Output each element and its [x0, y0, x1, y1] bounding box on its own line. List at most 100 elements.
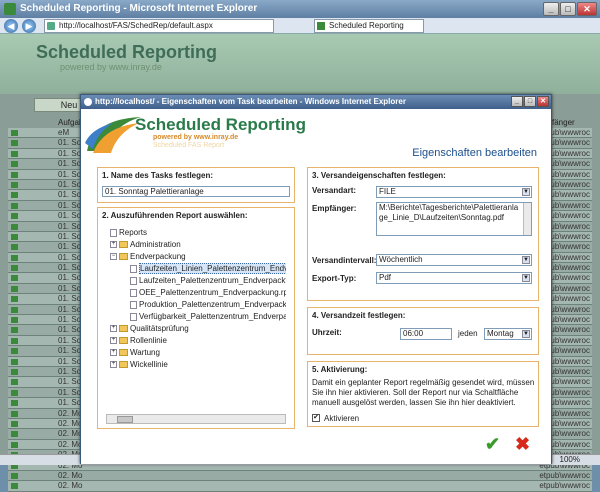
tree-node-endverpackung[interactable]: − Endverpackung — [110, 252, 186, 262]
row-task-name: 01. So — [58, 398, 82, 408]
uhrzeit-input[interactable]: 06:00 — [400, 328, 452, 340]
report-tree[interactable]: Reports + Administration − Endverpackung L… — [106, 228, 286, 412]
section3-title: 3. Versandeigenschaften festlegen: — [312, 171, 446, 180]
tree-node-produktion[interactable]: Produktion_Palettenzentrum_Endverpack — [130, 300, 286, 310]
expand-icon[interactable]: + — [110, 361, 117, 369]
dialog-close-icon[interactable]: ✕ — [537, 96, 549, 107]
cancel-button[interactable]: ✖ — [515, 435, 535, 453]
expand-icon[interactable]: + — [110, 337, 117, 345]
row-task-name: 01. So — [58, 366, 82, 376]
chevron-down-icon[interactable]: ▼ — [522, 256, 530, 264]
row-task-name: 01. So — [58, 325, 82, 335]
tree-node-wickellinie[interactable]: + Wickellinie — [110, 360, 168, 370]
task-icon — [11, 358, 18, 365]
maximize-icon[interactable]: □ — [560, 2, 576, 16]
edit-task-dialog: http://localhost/ - Eigenschaften vom Ta… — [80, 94, 552, 464]
dialog-minimize-icon[interactable]: _ — [511, 96, 523, 107]
table-row[interactable]: 02. Mo etpub\wwwroc — [8, 481, 592, 492]
task-icon — [11, 265, 18, 272]
task-icon — [11, 483, 18, 490]
task-name-input[interactable]: 01. Sonntag Palettieranlage — [102, 186, 290, 197]
folder-icon — [119, 241, 128, 249]
table-row[interactable]: 02. Mo etpub\wwwroc — [8, 470, 592, 482]
row-task-name: 02. Mo — [58, 429, 83, 439]
activate-checkbox[interactable]: ✔ — [312, 414, 320, 422]
task-icon — [11, 389, 18, 396]
scrollbar-thumb[interactable] — [117, 416, 133, 423]
folder-icon — [119, 325, 128, 333]
background-col-header-right: fänger — [552, 118, 575, 127]
url-input[interactable]: http://localhost/FAS/SchedRep/default.as… — [44, 19, 274, 33]
task-icon — [11, 441, 18, 448]
row-task-name: 01. So — [58, 231, 82, 241]
weekday-value: Montag — [487, 329, 514, 338]
section-report-select: 2. Auszuführenden Report auswählen: Repo… — [97, 207, 295, 429]
task-icon — [11, 368, 18, 375]
close-icon[interactable]: ✕ — [577, 2, 597, 16]
task-icon — [11, 161, 18, 168]
tree-horizontal-scrollbar[interactable] — [106, 414, 286, 424]
dialog-maximize-icon[interactable]: □ — [524, 96, 536, 107]
row-task-name: 02. Mo — [58, 408, 83, 418]
task-icon — [11, 472, 18, 479]
tree-node-laufzeiten-palettenzentrum[interactable]: Laufzeiten_Palettenzentrum_Endverpackt — [130, 276, 286, 286]
task-icon — [11, 306, 18, 313]
forward-icon[interactable]: ▶ — [22, 19, 36, 33]
uhrzeit-label: Uhrzeit: — [312, 328, 342, 337]
exporttyp-value: Pdf — [379, 273, 392, 282]
back-icon[interactable]: ◀ — [4, 19, 18, 33]
url-text: http://localhost/FAS/SchedRep/default.as… — [59, 21, 213, 30]
window-title: Scheduled Reporting - Microsoft Internet… — [20, 3, 258, 14]
tree-node-oee[interactable]: OEE_Palettenzentrum_Endverpackung.rp — [130, 288, 286, 298]
versandart-select[interactable]: FILE ▼ — [376, 186, 532, 198]
chevron-down-icon[interactable]: ▼ — [522, 330, 530, 338]
chevron-down-icon[interactable]: ▼ — [522, 274, 530, 282]
row-task-name: 01. So — [58, 169, 82, 179]
row-task-name: 01. So — [58, 200, 82, 210]
task-icon — [11, 150, 18, 157]
task-icon — [11, 327, 18, 334]
row-task-name: 01. So — [58, 242, 82, 252]
expand-icon[interactable]: + — [110, 349, 117, 357]
tree-node-administration[interactable]: + Administration — [110, 240, 181, 250]
task-icon — [11, 254, 18, 261]
tree-node-verfuegbarkeit[interactable]: Verfügbarkeit_Palettenzentrum_Endverpa — [130, 312, 286, 322]
task-icon — [11, 202, 18, 209]
collapse-icon[interactable]: − — [110, 253, 117, 261]
tree-node-rollenlinie[interactable]: + Rollenlinie — [110, 336, 167, 346]
intervall-select[interactable]: Wöchentlich ▼ — [376, 254, 532, 266]
browser-tab[interactable]: Scheduled Reporting — [314, 19, 424, 33]
expand-icon[interactable]: + — [110, 325, 117, 333]
row-task-name: eM — [58, 128, 70, 137]
task-icon — [11, 348, 18, 355]
empfaenger-textarea[interactable]: M:\Berichte\Tagesberichte\Palettieranlag… — [376, 202, 532, 236]
section5-title: 5. Aktivierung: — [312, 365, 368, 374]
section-delivery-time: 4. Versandzeit festlegen: Uhrzeit: 06:00… — [307, 307, 539, 355]
ie-icon — [84, 98, 92, 106]
window-titlebar: Scheduled Reporting - Microsoft Internet… — [0, 0, 600, 18]
exporttyp-select[interactable]: Pdf ▼ — [376, 272, 532, 284]
tree-node-reports[interactable]: Reports — [110, 228, 147, 238]
browser-tab-label: Scheduled Reporting — [329, 21, 404, 30]
expand-icon[interactable]: + — [110, 241, 117, 249]
row-task-name: 01. So — [58, 159, 82, 169]
dialog-controls: _ □ ✕ — [511, 96, 549, 107]
row-task-name: 01. So — [58, 346, 82, 356]
row-task-name: 01. So — [58, 148, 82, 158]
weekday-select[interactable]: Montag ▼ — [484, 328, 532, 340]
ok-button[interactable]: ✔ — [485, 435, 505, 453]
row-task-name: 02. Mo — [58, 481, 83, 491]
task-icon — [11, 275, 18, 282]
task-icon — [11, 296, 18, 303]
textarea-scrollbar[interactable] — [523, 203, 531, 235]
minimize-icon[interactable]: _ — [543, 2, 559, 16]
task-icon — [11, 285, 18, 292]
row-task-name: 02. Mo — [58, 439, 83, 449]
tree-node-wartung[interactable]: + Wartung — [110, 348, 160, 358]
tree-node-laufzeiten-linien[interactable]: Laufzeiten_Linien_Palettenzentrum_Endv — [130, 263, 286, 274]
tree-node-qualitaet[interactable]: + Qualitätsprüfung — [110, 324, 189, 334]
chevron-down-icon[interactable]: ▼ — [522, 188, 530, 196]
zoom-level[interactable]: 100% — [560, 455, 580, 465]
background-logo: Scheduled Reporting powered by www.inray… — [0, 34, 600, 94]
page-icon — [47, 22, 55, 30]
